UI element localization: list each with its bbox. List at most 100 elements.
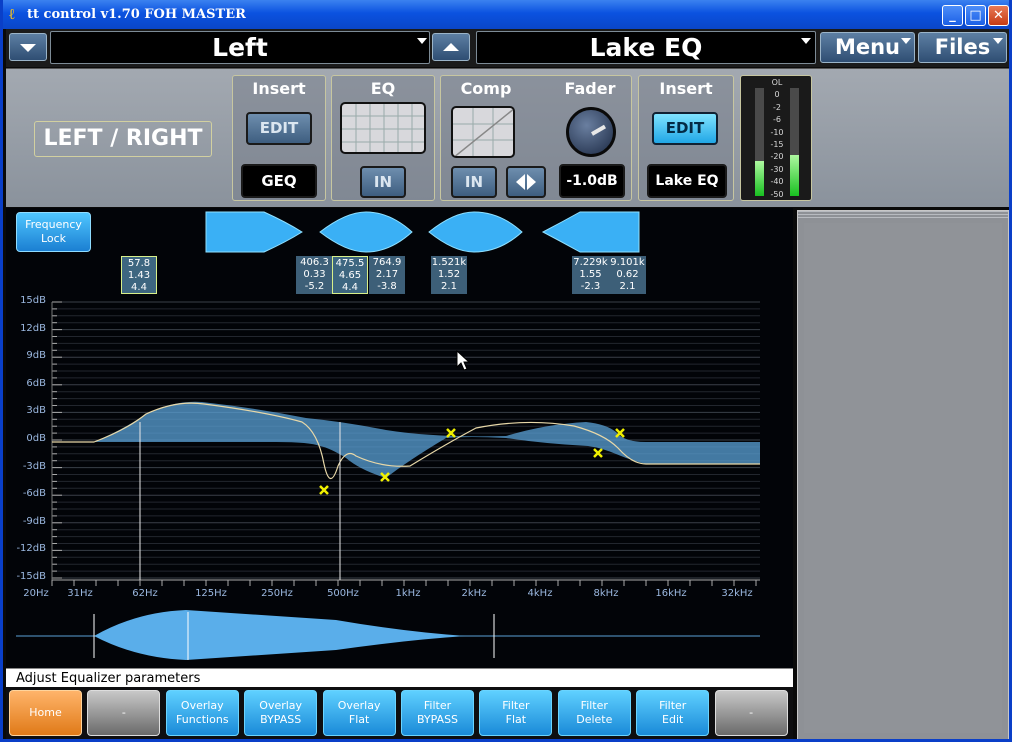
band-overview[interactable] [6, 606, 793, 666]
minimize-button[interactable]: _ [942, 5, 963, 26]
status-bar: Adjust Equalizer parameters [6, 668, 793, 687]
fader-knob[interactable] [566, 107, 616, 157]
function-button-label: BYPASS [260, 713, 302, 726]
chevron-down-icon [901, 38, 911, 44]
channel-name: Left [212, 33, 268, 62]
insert2-label: Insert [659, 79, 713, 98]
fader-label: Fader [564, 79, 616, 98]
function-button-label: Flat [505, 713, 527, 726]
function-button-1[interactable]: Home [9, 690, 82, 736]
band-point-icon[interactable] [593, 448, 603, 458]
function-button-10[interactable]: - [714, 690, 788, 736]
arrow-left-icon [516, 174, 525, 190]
function-button-label: - [749, 706, 754, 719]
function-button-label: Flat [348, 713, 370, 726]
right-panel [797, 210, 1009, 739]
function-button-label: Filter [423, 699, 452, 712]
insert2-edit-button[interactable]: EDIT [652, 112, 718, 145]
function-button-label: Filter [502, 699, 530, 712]
comp-link-button[interactable] [506, 166, 546, 198]
function-button-label: Overlay [337, 699, 381, 712]
function-button-label: Home [29, 706, 62, 719]
comp-label: Comp [460, 79, 512, 98]
function-button-label: Functions [176, 713, 229, 726]
channel-prev-button[interactable] [9, 33, 47, 61]
channel-strip-panel: LEFT / RIGHT Insert EDIT GEQ EQ IN Comp … [6, 68, 1009, 207]
function-button-label: Overlay [259, 699, 303, 712]
files-button[interactable]: Files [918, 32, 1007, 63]
meter-scale-label: -10 [770, 127, 784, 137]
eq-response-graph[interactable] [6, 208, 793, 668]
chevron-down-icon [417, 38, 427, 44]
fader-value[interactable]: -1.0dB [559, 164, 625, 198]
function-button-label: Filter [659, 699, 687, 712]
meter-scale-label: -6 [773, 115, 781, 125]
window-title: tt control v1.70 FOH MASTER [27, 7, 246, 22]
comp-in-button[interactable]: IN [451, 166, 497, 198]
channel-next-button[interactable] [432, 33, 470, 61]
channel-title: LEFT / RIGHT [34, 121, 212, 157]
eq-grid-icon [342, 104, 424, 152]
eq-label: EQ [370, 79, 396, 98]
meter-scale-label: -50 [770, 189, 784, 199]
meter-fill-right [790, 154, 799, 196]
comp-curve-icon [453, 108, 513, 156]
insert2-value[interactable]: Lake EQ [647, 164, 727, 198]
comp-thumbnail[interactable] [451, 106, 515, 158]
app-logo-icon: ℓ [9, 5, 15, 23]
eq-in-button[interactable]: IN [360, 166, 406, 198]
overview-shape [94, 610, 466, 660]
chevron-down-icon [801, 38, 811, 44]
module-name: Lake EQ [589, 33, 703, 62]
band-point-icon[interactable] [319, 485, 329, 495]
eq-editor: Frequency Lock 57.8 1.43 4.4 406.3 0.33 -5.2 4… [6, 208, 793, 668]
eq-group: EQ IN [331, 75, 435, 201]
meter-scale-label: -30 [770, 164, 784, 174]
knob-pointer-icon [591, 124, 606, 136]
function-button-2[interactable]: - [87, 690, 161, 736]
function-button-6[interactable]: Filter BYPASS [401, 690, 474, 736]
meter-scale-label: -40 [770, 177, 784, 187]
level-meter: OL 0 -2 -6 -10 -15 -20 -30 -40 -50 [740, 75, 812, 201]
function-button-label: BYPASS [416, 713, 459, 726]
function-button-label: Filter [580, 699, 608, 712]
function-button-9[interactable]: Filter Edit [636, 690, 710, 736]
function-button-label: Overlay [180, 699, 224, 712]
panel-handle[interactable] [798, 211, 1008, 219]
arrow-down-icon [20, 44, 36, 52]
function-button-label: Edit [662, 713, 684, 726]
function-button-8[interactable]: Filter Delete [557, 690, 631, 736]
arrow-right-icon [527, 174, 536, 190]
title-bar[interactable]: ℓ tt control v1.70 FOH MASTER _ □ ✕ [3, 0, 1009, 29]
function-buttons: Home - Overlay Functions Overlay BYPASS Overla… [6, 687, 793, 739]
comp-fader-group: Comp Fader IN -1.0dB [440, 75, 632, 201]
meter-fill-left [755, 161, 764, 196]
insert1-value[interactable]: GEQ [241, 164, 317, 198]
function-button-label: Delete [576, 713, 613, 726]
module-select[interactable]: Lake EQ [476, 31, 816, 64]
function-button-4[interactable]: Overlay BYPASS [244, 690, 318, 736]
close-button[interactable]: ✕ [988, 5, 1009, 26]
chevron-down-icon [993, 38, 1003, 44]
meter-bar-right [790, 88, 799, 196]
arrow-up-icon [443, 43, 459, 51]
eq-thumbnail[interactable] [340, 102, 426, 154]
function-button-7[interactable]: Filter Flat [479, 690, 553, 736]
function-button-label: - [121, 706, 126, 719]
meter-scale-label: -2 [773, 102, 781, 112]
meter-scale-label: -15 [770, 140, 784, 149]
function-button-5[interactable]: Overlay Flat [322, 690, 396, 736]
maximize-button[interactable]: □ [965, 5, 986, 26]
insert1-group: Insert EDIT GEQ [232, 75, 326, 201]
app-window: ℓ tt control v1.70 FOH MASTER _ □ ✕ Left… [0, 0, 1012, 742]
insert1-label: Insert [252, 79, 306, 98]
meter-scale-label: OL [771, 78, 783, 87]
insert1-edit-button[interactable]: EDIT [246, 112, 312, 145]
meter-scale-label: 0 [774, 90, 780, 100]
function-button-3[interactable]: Overlay Functions [165, 690, 239, 736]
menu-button[interactable]: Menu [820, 32, 915, 63]
channel-select[interactable]: Left [50, 31, 430, 64]
meter-bar-left [755, 88, 764, 196]
top-bar: Left Lake EQ Menu Files [6, 29, 1009, 67]
mouse-cursor-icon [456, 350, 470, 371]
